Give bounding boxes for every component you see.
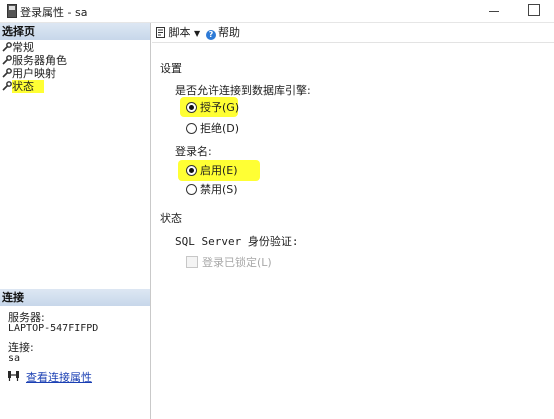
server-value: LAPTOP-547FIFPD: [8, 323, 99, 334]
minimize-button[interactable]: [486, 3, 502, 19]
view-connection-properties-link[interactable]: 查看连接属性: [26, 369, 92, 385]
help-label: 帮助: [218, 26, 240, 39]
script-button[interactable]: 脚本 ▼: [156, 26, 200, 40]
page-item-label: 常规: [12, 41, 34, 54]
script-label: 脚本: [168, 26, 191, 39]
page-item-status[interactable]: 状态: [2, 80, 44, 93]
script-icon: [156, 27, 165, 38]
deny-label: 拒绝(D): [200, 122, 240, 135]
document-icon: [7, 4, 17, 18]
grant-radio[interactable]: 授予(G): [186, 100, 239, 115]
radio-unselected: [186, 184, 197, 195]
wrench-icon: [2, 55, 12, 65]
login-locked-checkbox[interactable]: 登录已锁定(L): [186, 255, 272, 270]
page-item-general[interactable]: 常规: [2, 41, 34, 54]
title-bar: 登录属性 - sa: [0, 0, 554, 23]
disabled-radio[interactable]: 禁用(S): [186, 182, 238, 197]
wrench-icon: [2, 68, 12, 78]
permission-question: 是否允许连接到数据库引擎:: [175, 84, 311, 97]
enabled-label: 启用(E): [200, 164, 238, 177]
wrench-icon: [2, 42, 12, 52]
status-title: 状态: [160, 212, 182, 225]
grant-label: 授予(G): [200, 101, 240, 114]
page-item-server-roles[interactable]: 服务器角色: [2, 54, 67, 67]
pages-header: 选择页: [0, 23, 150, 40]
checkbox-box: [186, 256, 198, 268]
login-label: 登录名:: [175, 145, 212, 158]
page-item-label: 用户映射: [12, 67, 56, 80]
chevron-down-icon: ▼: [194, 29, 201, 38]
enabled-radio[interactable]: 启用(E): [186, 163, 238, 178]
page-item-label: 状态: [12, 80, 44, 93]
connection-value: sa: [8, 353, 21, 364]
window-title: 登录属性 - sa: [20, 6, 88, 19]
login-locked-label: 登录已锁定(L): [202, 256, 272, 269]
page-item-user-mapping[interactable]: 用户映射: [2, 67, 56, 80]
connection-icon: [8, 371, 19, 381]
disabled-label: 禁用(S): [200, 183, 238, 196]
page-item-label: 服务器角色: [12, 54, 67, 67]
connection-header: 连接: [0, 289, 150, 306]
radio-selected: [186, 102, 197, 113]
maximize-button[interactable]: [528, 4, 540, 16]
help-icon: ?: [206, 30, 216, 40]
deny-radio[interactable]: 拒绝(D): [186, 121, 239, 136]
radio-unselected: [186, 123, 197, 134]
help-button[interactable]: ? 帮助: [206, 26, 240, 40]
left-panel: 选择页 常规 服务器角色 用户映射 状态 连接 服务器: LAPTOP-547F…: [0, 23, 151, 419]
wrench-icon: [2, 81, 12, 91]
settings-title: 设置: [160, 62, 182, 75]
sql-auth-label: SQL Server 身份验证:: [175, 235, 299, 248]
toolbar: 脚本 ▼ ? 帮助: [152, 23, 554, 43]
radio-selected: [186, 165, 197, 176]
